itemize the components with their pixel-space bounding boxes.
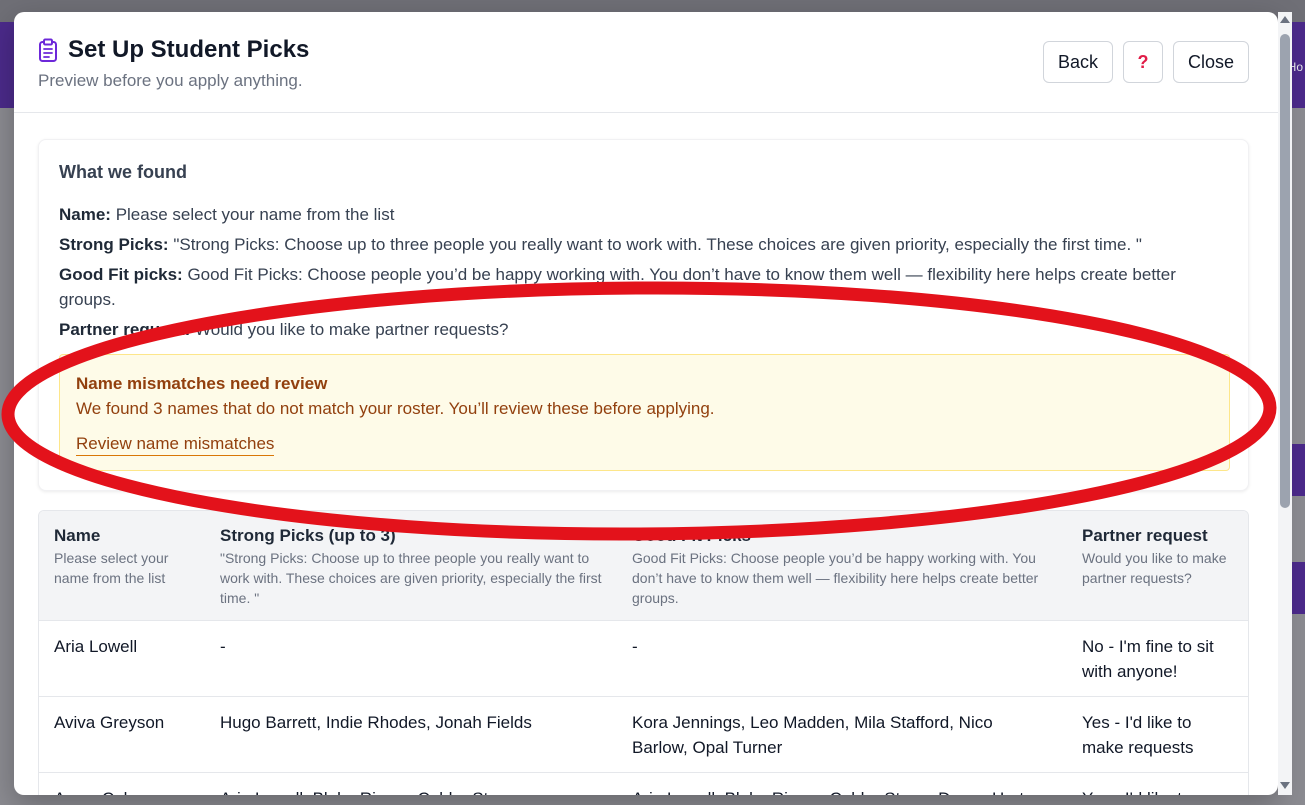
found-label: Partner request: [59, 320, 191, 339]
cell-strong-picks: - [205, 620, 617, 697]
table-header-row: Name Please select your name from the li… [39, 511, 1248, 621]
dialog-title: Set Up Student Picks [68, 36, 310, 63]
found-strong-line: Strong Picks: "Strong Picks: Choose up t… [59, 232, 1219, 257]
cell-name: Avery Cole [39, 772, 205, 795]
cell-good-fit-picks: - [617, 620, 1067, 697]
cell-partner-request: No - I'm fine to sit with anyone! [1067, 620, 1248, 697]
clipboard-icon [38, 38, 58, 62]
help-button[interactable]: ? [1122, 41, 1163, 83]
cell-good-fit-picks: Kora Jennings, Leo Madden, Mila Stafford… [617, 696, 1067, 773]
table-row: Aviva Greyson Hugo Barrett, Indie Rhodes… [39, 696, 1248, 773]
column-title: Strong Picks (up to 3) [220, 526, 396, 545]
column-title: Good Fit Picks [632, 526, 752, 545]
header-actions: Back ? Close [1042, 41, 1249, 83]
found-partner-line: Partner request: Would you like to make … [59, 317, 1219, 342]
found-value: "Strong Picks: Choose up to three people… [168, 235, 1142, 254]
back-button[interactable]: Back [1042, 41, 1113, 83]
found-goodfit-line: Good Fit picks: Good Fit Picks: Choose p… [59, 262, 1219, 312]
background-header-left [0, 22, 14, 108]
title-row: Set Up Student Picks [38, 36, 309, 64]
column-header-partner-request: Partner request Would you like to make p… [1067, 511, 1248, 621]
what-we-found-heading: What we found [59, 162, 187, 182]
found-value: Good Fit Picks: Choose people you’d be h… [59, 265, 1176, 309]
column-header-strong-picks: Strong Picks (up to 3) "Strong Picks: Ch… [205, 511, 617, 621]
dialog-scrollbar[interactable] [1278, 12, 1292, 795]
found-label: Strong Picks: [59, 235, 169, 254]
cell-good-fit-picks: Aria Lowell, Blake Rivers, Calder Stone,… [617, 772, 1067, 795]
found-name-line: Name: Please select your name from the l… [59, 202, 1219, 227]
column-title: Partner request [1082, 526, 1208, 545]
column-subtitle: Good Fit Picks: Choose people you’d be h… [632, 550, 1039, 606]
found-value: Would you like to make partner requests? [190, 320, 509, 339]
column-title: Name [54, 526, 101, 545]
scroll-down-arrow-icon[interactable] [1280, 782, 1290, 789]
scroll-up-arrow-icon[interactable] [1280, 16, 1290, 23]
close-button[interactable]: Close [1172, 41, 1249, 83]
name-mismatch-warning: Name mismatches need review We found 3 n… [59, 354, 1230, 471]
review-mismatches-link[interactable]: Review name mismatches [76, 434, 275, 456]
table-row: Avery Cole Aria Lowell, Blake Rivers, Ca… [39, 772, 1248, 795]
preview-table: Name Please select your name from the li… [38, 510, 1249, 795]
student-picks-dialog: Set Up Student Picks Preview before you … [14, 12, 1278, 795]
what-we-found-card: What we found Name: Please select your n… [38, 139, 1249, 491]
column-subtitle: Please select your name from the list [54, 550, 169, 586]
scroll-thumb[interactable] [1280, 34, 1290, 508]
column-subtitle: Would you like to make partner requests? [1082, 550, 1227, 586]
column-header-good-fit-picks: Good Fit Picks Good Fit Picks: Choose pe… [617, 511, 1067, 621]
dialog-header: Set Up Student Picks Preview before you … [14, 12, 1278, 113]
found-value: Please select your name from the list [110, 205, 395, 224]
warning-title: Name mismatches need review [76, 374, 328, 393]
found-label: Name: [59, 205, 111, 224]
cell-partner-request: Yes - I'd like to [1067, 772, 1248, 795]
column-subtitle: "Strong Picks: Choose up to three people… [220, 550, 602, 606]
column-header-name: Name Please select your name from the li… [39, 511, 205, 621]
warning-text: We found 3 names that do not match your … [76, 399, 715, 418]
dialog-body: What we found Name: Please select your n… [14, 113, 1278, 795]
cell-name: Aria Lowell [39, 620, 205, 697]
dialog-subtitle: Preview before you apply anything. [38, 71, 303, 90]
cell-strong-picks: Aria Lowell, Blake Rivers, Calder Stone [205, 772, 617, 795]
cell-name: Aviva Greyson [39, 696, 205, 773]
table-row: Aria Lowell - - No - I'm fine to sit wit… [39, 620, 1248, 697]
cell-strong-picks: Hugo Barrett, Indie Rhodes, Jonah Fields [205, 696, 617, 773]
found-label: Good Fit picks: [59, 265, 183, 284]
cell-partner-request: Yes - I'd like to make requests [1067, 696, 1248, 773]
